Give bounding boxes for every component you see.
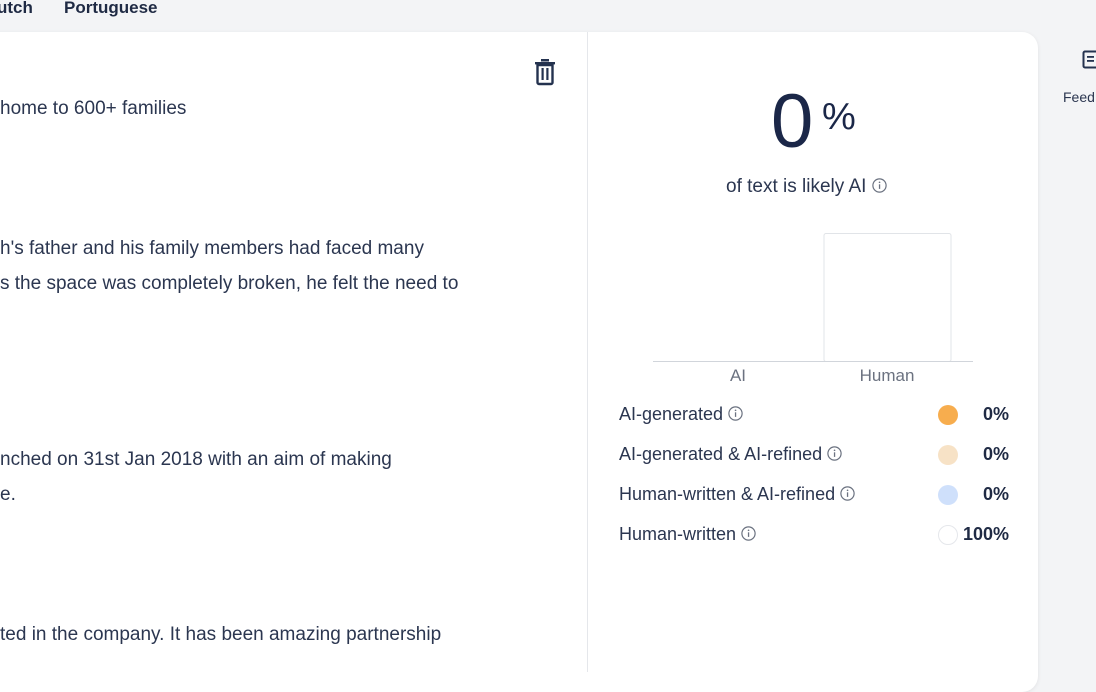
info-icon[interactable]	[840, 485, 855, 500]
x-tick-label: AI	[730, 366, 746, 385]
legend-dot	[938, 445, 958, 465]
legend-ai-generated-ai-refined: AI-generated & AI-refined 0%	[619, 444, 1014, 468]
bar-human	[824, 234, 951, 362]
info-icon[interactable]	[741, 525, 756, 540]
panel-divider	[587, 32, 588, 672]
result-subtitle-text: of text is likely AI	[726, 176, 866, 197]
legend-human-written: Human-written 100%	[619, 524, 1014, 548]
legend-value: 0%	[983, 484, 1009, 505]
editor-text-line[interactable]: ted in the company. It has been amazing …	[0, 624, 441, 646]
legend-dot	[938, 485, 958, 505]
feedback-label[interactable]: Feed	[1063, 89, 1095, 105]
editor-text-line[interactable]: e.	[0, 484, 16, 506]
document-list-icon[interactable]	[1082, 50, 1096, 70]
legend-value: 0%	[983, 444, 1009, 465]
info-icon[interactable]	[872, 177, 887, 192]
legend-dot	[938, 525, 958, 545]
tab-dutch[interactable]: utch	[0, 0, 33, 18]
legend-label: AI-generated & AI-refined	[619, 444, 822, 464]
ai-human-bar-chart: AI Human	[653, 228, 973, 388]
legend-value: 0%	[983, 404, 1009, 425]
legend-label: AI-generated	[619, 404, 723, 424]
legend-value: 100%	[963, 524, 1009, 545]
legend-label: Human-written	[619, 524, 736, 544]
editor-text-line[interactable]: nched on 31st Jan 2018 with an aim of ma…	[0, 449, 392, 471]
percent-sign: %	[822, 98, 856, 136]
ai-percentage: 0	[771, 84, 813, 160]
tab-portuguese[interactable]: Portuguese	[64, 0, 158, 18]
legend-label: Human-written & AI-refined	[619, 484, 835, 504]
legend-dot	[938, 405, 958, 425]
result-subtitle: of text is likely AI	[726, 176, 887, 198]
info-icon[interactable]	[827, 445, 842, 460]
trash-icon[interactable]	[532, 58, 558, 86]
editor-text-line[interactable]: s the space was completely broken, he fe…	[0, 273, 458, 295]
legend-ai-generated: AI-generated 0%	[619, 404, 1014, 428]
editor-text-line[interactable]: h's father and his family members had fa…	[0, 238, 424, 260]
x-tick-label: Human	[860, 366, 915, 385]
editor-text-line[interactable]: home to 600+ families	[0, 98, 186, 120]
legend-human-written-ai-refined: Human-written & AI-refined 0%	[619, 484, 1014, 508]
info-icon[interactable]	[728, 405, 743, 420]
